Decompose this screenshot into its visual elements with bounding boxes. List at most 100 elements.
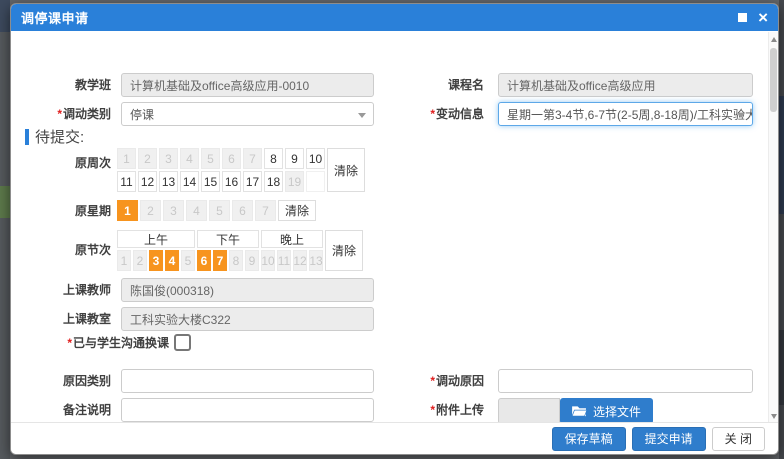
grid-cell-4[interactable]: 4 xyxy=(165,250,179,271)
grid-cell-1: 1 xyxy=(117,148,136,169)
attachment-file-display xyxy=(498,398,560,424)
change-info-label: *变动信息 xyxy=(384,102,484,126)
orig-periods-grid: 上午下午晚上12345678910111213 清除 xyxy=(117,230,363,271)
dialog-body: 教学班 课程名 *调动类别 停课 *变动信息 星期一第3-4节,6-7节(2-5… xyxy=(11,31,778,422)
adjust-class-dialog: 调停课申请 × 教学班 课程名 *调动类别 停课 *变动信息 星期一第3-4节,… xyxy=(10,3,779,455)
save-draft-button[interactable]: 保存草稿 xyxy=(552,427,626,451)
orig-weeks-label: 原周次 xyxy=(11,151,111,175)
periods-clear-button[interactable]: 清除 xyxy=(325,230,363,271)
weekday-clear-button[interactable]: 清除 xyxy=(278,200,316,221)
grid-cell-19: 19 xyxy=(285,171,304,192)
scroll-down-icon[interactable] xyxy=(771,414,777,419)
orig-weekday-label: 原星期 xyxy=(11,199,111,223)
orig-weeks-grid: 12345678910 111213141516171819 清除 xyxy=(117,148,365,192)
folder-icon xyxy=(572,405,587,417)
background-page xyxy=(0,186,10,218)
grid-cell-7: 7 xyxy=(243,148,262,169)
scrollbar-thumb[interactable] xyxy=(770,48,777,112)
submit-button[interactable]: 提交申请 xyxy=(632,427,706,451)
communicated-checkbox[interactable] xyxy=(174,334,191,351)
grid-cell-9[interactable]: 9 xyxy=(285,148,304,169)
teacher-field xyxy=(121,278,374,302)
course-name-field xyxy=(498,73,753,97)
grid-cell-empty xyxy=(306,171,325,192)
teaching-class-label: 教学班 xyxy=(11,73,111,97)
choose-file-button[interactable]: 选择文件 xyxy=(560,398,653,424)
grid-cell-18[interactable]: 18 xyxy=(264,171,283,192)
teaching-class-field xyxy=(121,73,374,97)
grid-cell-11[interactable]: 11 xyxy=(117,171,136,192)
dialog-footer: 保存草稿 提交申请 关 闭 xyxy=(11,422,778,454)
grid-cell-3: 3 xyxy=(159,148,178,169)
grid-cell-7[interactable]: 7 xyxy=(213,250,227,271)
grid-cell-1[interactable]: 1 xyxy=(117,200,138,221)
reason-type-input[interactable] xyxy=(121,369,374,393)
period-group-header: 晚上 xyxy=(261,230,323,248)
orig-periods-label: 原节次 xyxy=(11,238,111,262)
course-name-label: 课程名 xyxy=(384,73,484,97)
section-title: 待提交: xyxy=(35,126,84,147)
grid-cell-8: 8 xyxy=(229,250,243,271)
adjust-type-label: *调动类别 xyxy=(11,102,111,126)
background-page xyxy=(0,0,10,459)
remark-label: 备注说明 xyxy=(11,398,111,422)
grid-cell-4: 4 xyxy=(186,200,207,221)
dialog-title: 调停课申请 xyxy=(21,8,89,27)
attachment-label: *附件上传 xyxy=(384,398,484,422)
weeks-clear-button[interactable]: 清除 xyxy=(327,148,365,192)
grid-cell-6: 6 xyxy=(232,200,253,221)
classroom-label: 上课教室 xyxy=(11,307,111,331)
grid-cell-16[interactable]: 16 xyxy=(222,171,241,192)
classroom-field xyxy=(121,307,374,331)
grid-cell-13: 13 xyxy=(309,250,323,271)
grid-cell-6: 6 xyxy=(222,148,241,169)
grid-cell-10: 10 xyxy=(261,250,275,271)
grid-cell-3: 3 xyxy=(163,200,184,221)
communicated-label: *已与学生沟通换课 xyxy=(11,331,169,355)
pending-section-header: 待提交: xyxy=(25,126,84,147)
remark-input[interactable] xyxy=(121,398,374,422)
background-page xyxy=(779,96,784,214)
grid-cell-2: 2 xyxy=(138,148,157,169)
grid-cell-8[interactable]: 8 xyxy=(264,148,283,169)
grid-cell-10[interactable]: 10 xyxy=(306,148,325,169)
grid-cell-15[interactable]: 15 xyxy=(201,171,220,192)
vertical-scrollbar[interactable] xyxy=(768,32,778,424)
dialog-titlebar: 调停课申请 × xyxy=(11,4,778,31)
adjust-reason-label: *调动原因 xyxy=(384,369,484,393)
grid-cell-2: 2 xyxy=(140,200,161,221)
period-group-header: 下午 xyxy=(197,230,259,248)
grid-cell-9: 9 xyxy=(245,250,259,271)
grid-cell-5: 5 xyxy=(181,250,195,271)
adjust-reason-input[interactable] xyxy=(498,369,753,393)
section-accent-bar xyxy=(25,129,29,145)
choose-file-label: 选择文件 xyxy=(593,403,641,420)
grid-cell-2: 2 xyxy=(133,250,147,271)
chevron-down-icon xyxy=(358,113,366,118)
grid-cell-13[interactable]: 13 xyxy=(159,171,178,192)
grid-cell-12: 12 xyxy=(293,250,307,271)
chevron-down-icon xyxy=(737,113,745,118)
reason-type-label: 原因类别 xyxy=(11,369,111,393)
grid-cell-5: 5 xyxy=(201,148,220,169)
background-page xyxy=(779,330,784,405)
period-group-header: 上午 xyxy=(117,230,195,248)
grid-cell-6[interactable]: 6 xyxy=(197,250,211,271)
change-info-select[interactable]: 星期一第3-4节,6-7节(2-5周,8-18周)/工科实验大楼C3... xyxy=(498,102,753,126)
adjust-type-value: 停课 xyxy=(130,106,154,123)
grid-cell-4: 4 xyxy=(180,148,199,169)
grid-cell-17[interactable]: 17 xyxy=(243,171,262,192)
orig-weekday-grid: 1234567 清除 xyxy=(117,200,316,221)
adjust-type-select[interactable]: 停课 xyxy=(121,102,374,126)
grid-cell-12[interactable]: 12 xyxy=(138,171,157,192)
close-icon[interactable]: × xyxy=(758,11,768,25)
grid-cell-11: 11 xyxy=(277,250,291,271)
minimize-icon[interactable] xyxy=(738,13,747,22)
grid-cell-14[interactable]: 14 xyxy=(180,171,199,192)
grid-cell-5: 5 xyxy=(209,200,230,221)
scroll-up-icon[interactable] xyxy=(771,37,777,42)
background-page xyxy=(0,0,10,32)
close-button[interactable]: 关 闭 xyxy=(712,427,765,451)
teacher-label: 上课教师 xyxy=(11,278,111,302)
grid-cell-3[interactable]: 3 xyxy=(149,250,163,271)
